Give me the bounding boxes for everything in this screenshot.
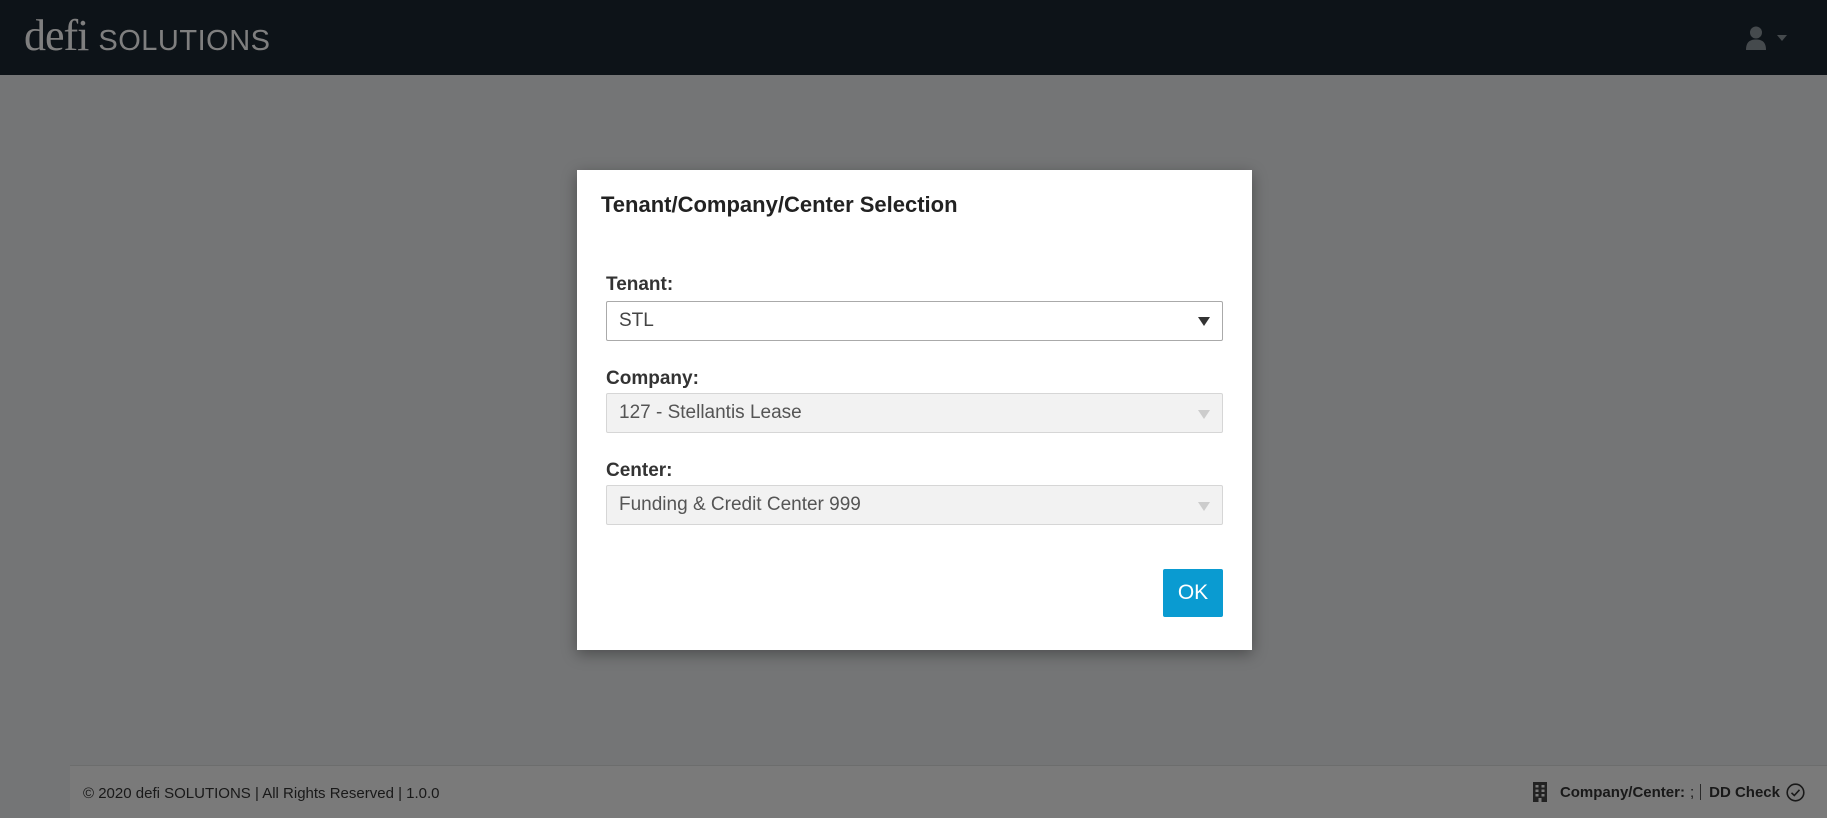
dialog-title: Tenant/Company/Center Selection bbox=[601, 192, 958, 217]
company-select: 127 - Stellantis Lease bbox=[606, 393, 1223, 433]
company-select-value: 127 - Stellantis Lease bbox=[619, 402, 802, 423]
center-label: Center: bbox=[606, 460, 673, 481]
center-select-value: Funding & Credit Center 999 bbox=[619, 494, 861, 515]
company-label: Company: bbox=[606, 368, 699, 389]
tenant-selection-dialog: Tenant/Company/Center Selection Tenant: … bbox=[577, 170, 1252, 650]
center-select: Funding & Credit Center 999 bbox=[606, 485, 1223, 525]
chevron-down-icon bbox=[1198, 317, 1210, 326]
ok-button[interactable]: OK bbox=[1163, 569, 1223, 617]
chevron-down-icon bbox=[1198, 410, 1210, 419]
chevron-down-icon bbox=[1198, 502, 1210, 511]
tenant-select-value: STL bbox=[619, 310, 654, 331]
tenant-label: Tenant: bbox=[606, 274, 674, 295]
tenant-select[interactable]: STL bbox=[606, 301, 1223, 341]
